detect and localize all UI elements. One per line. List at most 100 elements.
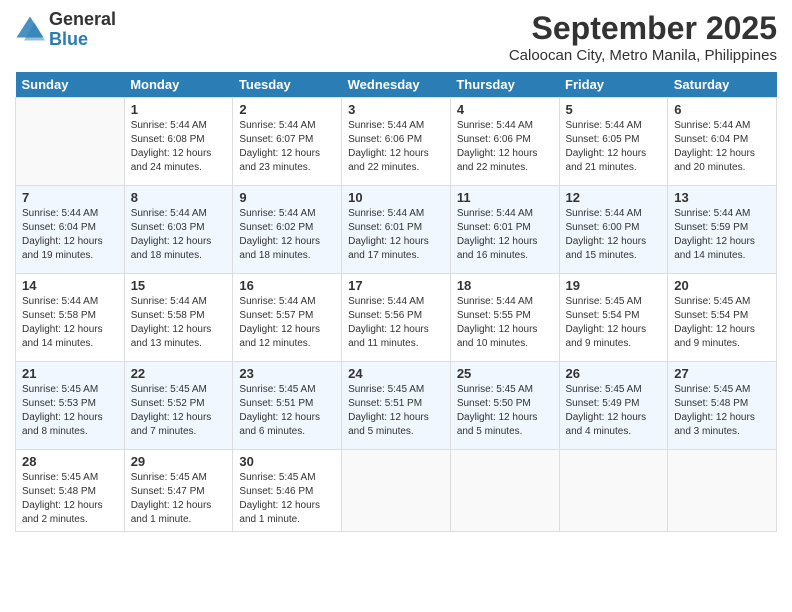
table-row: [16, 98, 125, 186]
header-row: Sunday Monday Tuesday Wednesday Thursday…: [16, 72, 777, 98]
day-info: Sunrise: 5:44 AM Sunset: 6:08 PM Dayligh…: [131, 119, 227, 175]
day-info: Sunrise: 5:44 AM Sunset: 6:01 PM Dayligh…: [457, 207, 553, 263]
table-row: 27 Sunrise: 5:45 AM Sunset: 5:48 PM Dayli…: [668, 362, 777, 450]
day-info: Sunrise: 5:45 AM Sunset: 5:51 PM Dayligh…: [239, 383, 335, 439]
day-number: 2: [239, 102, 335, 117]
day-info: Sunrise: 5:44 AM Sunset: 6:01 PM Dayligh…: [348, 207, 444, 263]
day-number: 3: [348, 102, 444, 117]
table-row: 1 Sunrise: 5:44 AM Sunset: 6:08 PM Daylig…: [124, 98, 233, 186]
day-info: Sunrise: 5:45 AM Sunset: 5:53 PM Dayligh…: [22, 383, 118, 439]
table-row: 25 Sunrise: 5:45 AM Sunset: 5:50 PM Dayli…: [450, 362, 559, 450]
day-info: Sunrise: 5:44 AM Sunset: 6:03 PM Dayligh…: [131, 207, 227, 263]
header: General Blue September 2025 Caloocan Cit…: [15, 10, 777, 64]
col-saturday: Saturday: [668, 72, 777, 98]
day-number: 20: [674, 278, 770, 293]
table-row: 9Sunrise: 5:44 AM Sunset: 6:02 PM Daylig…: [233, 186, 342, 274]
table-row: 28 Sunrise: 5:45 AM Sunset: 5:48 PM Dayli…: [16, 450, 125, 532]
table-row: 30 Sunrise: 5:45 AM Sunset: 5:46 PM Dayli…: [233, 450, 342, 532]
logo-text: General Blue: [49, 10, 116, 50]
day-number: 26: [566, 366, 662, 381]
table-row: 24Sunrise: 5:45 AM Sunset: 5:51 PM Dayli…: [342, 362, 451, 450]
day-number: 1: [131, 102, 227, 117]
day-info: Sunrise: 5:44 AM Sunset: 5:57 PM Dayligh…: [239, 295, 335, 351]
day-info: Sunrise: 5:44 AM Sunset: 6:04 PM Dayligh…: [674, 119, 770, 175]
day-number: 22: [131, 366, 227, 381]
day-number: 25: [457, 366, 553, 381]
day-number: 15: [131, 278, 227, 293]
table-row: 13 Sunrise: 5:44 AM Sunset: 5:59 PM Dayli…: [668, 186, 777, 274]
table-row: 8 Sunrise: 5:44 AM Sunset: 6:03 PM Daylig…: [124, 186, 233, 274]
day-number: 19: [566, 278, 662, 293]
day-number: 29: [131, 454, 227, 469]
day-info: Sunrise: 5:44 AM Sunset: 6:04 PM Dayligh…: [22, 207, 118, 263]
day-info: Sunrise: 5:44 AM Sunset: 6:02 PM Dayligh…: [239, 207, 335, 263]
day-number: 5: [566, 102, 662, 117]
table-row: 14Sunrise: 5:44 AM Sunset: 5:58 PM Dayli…: [16, 274, 125, 362]
table-row: [450, 450, 559, 532]
table-row: 23 Sunrise: 5:45 AM Sunset: 5:51 PM Dayli…: [233, 362, 342, 450]
logo-general: General: [49, 10, 116, 30]
day-info: Sunrise: 5:44 AM Sunset: 5:58 PM Dayligh…: [22, 295, 118, 351]
table-row: 22 Sunrise: 5:45 AM Sunset: 5:52 PM Dayli…: [124, 362, 233, 450]
logo: General Blue: [15, 10, 116, 50]
day-info: Sunrise: 5:45 AM Sunset: 5:46 PM Dayligh…: [239, 471, 335, 527]
table-row: 12Sunrise: 5:44 AM Sunset: 6:00 PM Dayli…: [559, 186, 668, 274]
day-number: 17: [348, 278, 444, 293]
table-row: 7 Sunrise: 5:44 AM Sunset: 6:04 PM Daylig…: [16, 186, 125, 274]
day-info: Sunrise: 5:45 AM Sunset: 5:54 PM Dayligh…: [674, 295, 770, 351]
day-number: 18: [457, 278, 553, 293]
day-number: 8: [131, 190, 227, 205]
day-number: 16: [239, 278, 335, 293]
col-tuesday: Tuesday: [233, 72, 342, 98]
logo-blue: Blue: [49, 30, 116, 50]
table-row: 15Sunrise: 5:44 AM Sunset: 5:58 PM Dayli…: [124, 274, 233, 362]
table-row: 3 Sunrise: 5:44 AM Sunset: 6:06 PM Daylig…: [342, 98, 451, 186]
table-row: 17 Sunrise: 5:44 AM Sunset: 5:56 PM Dayli…: [342, 274, 451, 362]
day-info: Sunrise: 5:45 AM Sunset: 5:52 PM Dayligh…: [131, 383, 227, 439]
table-row: 16 Sunrise: 5:44 AM Sunset: 5:57 PM Dayli…: [233, 274, 342, 362]
day-number: 24: [348, 366, 444, 381]
subtitle: Caloocan City, Metro Manila, Philippines: [509, 47, 777, 64]
col-friday: Friday: [559, 72, 668, 98]
day-info: Sunrise: 5:44 AM Sunset: 5:59 PM Dayligh…: [674, 207, 770, 263]
day-number: 13: [674, 190, 770, 205]
table-row: 4 Sunrise: 5:44 AM Sunset: 6:06 PM Daylig…: [450, 98, 559, 186]
day-info: Sunrise: 5:44 AM Sunset: 6:05 PM Dayligh…: [566, 119, 662, 175]
day-number: 7: [22, 190, 118, 205]
table-row: 10 Sunrise: 5:44 AM Sunset: 6:01 PM Dayli…: [342, 186, 451, 274]
day-info: Sunrise: 5:45 AM Sunset: 5:54 PM Dayligh…: [566, 295, 662, 351]
day-info: Sunrise: 5:44 AM Sunset: 5:55 PM Dayligh…: [457, 295, 553, 351]
table-row: 2 Sunrise: 5:44 AM Sunset: 6:07 PM Daylig…: [233, 98, 342, 186]
logo-icon: [15, 15, 45, 45]
day-number: 10: [348, 190, 444, 205]
table-row: 26Sunrise: 5:45 AM Sunset: 5:49 PM Dayli…: [559, 362, 668, 450]
table-row: 20 Sunrise: 5:45 AM Sunset: 5:54 PM Dayli…: [668, 274, 777, 362]
day-info: Sunrise: 5:45 AM Sunset: 5:48 PM Dayligh…: [22, 471, 118, 527]
day-number: 12: [566, 190, 662, 205]
table-row: [559, 450, 668, 532]
table-row: [342, 450, 451, 532]
day-info: Sunrise: 5:45 AM Sunset: 5:47 PM Dayligh…: [131, 471, 227, 527]
day-number: 4: [457, 102, 553, 117]
main-title: September 2025: [509, 10, 777, 47]
day-info: Sunrise: 5:45 AM Sunset: 5:48 PM Dayligh…: [674, 383, 770, 439]
table-row: 29 Sunrise: 5:45 AM Sunset: 5:47 PM Dayli…: [124, 450, 233, 532]
day-info: Sunrise: 5:44 AM Sunset: 6:06 PM Dayligh…: [457, 119, 553, 175]
day-info: Sunrise: 5:44 AM Sunset: 5:56 PM Dayligh…: [348, 295, 444, 351]
day-info: Sunrise: 5:44 AM Sunset: 6:06 PM Dayligh…: [348, 119, 444, 175]
table-row: 21 Sunrise: 5:45 AM Sunset: 5:53 PM Dayli…: [16, 362, 125, 450]
day-number: 28: [22, 454, 118, 469]
day-info: Sunrise: 5:44 AM Sunset: 6:07 PM Dayligh…: [239, 119, 335, 175]
day-number: 23: [239, 366, 335, 381]
day-number: 21: [22, 366, 118, 381]
col-sunday: Sunday: [16, 72, 125, 98]
table-row: 5 Sunrise: 5:44 AM Sunset: 6:05 PM Daylig…: [559, 98, 668, 186]
table-row: 19 Sunrise: 5:45 AM Sunset: 5:54 PM Dayli…: [559, 274, 668, 362]
table-row: 11 Sunrise: 5:44 AM Sunset: 6:01 PM Dayli…: [450, 186, 559, 274]
day-number: 30: [239, 454, 335, 469]
day-number: 27: [674, 366, 770, 381]
day-number: 11: [457, 190, 553, 205]
day-info: Sunrise: 5:45 AM Sunset: 5:50 PM Dayligh…: [457, 383, 553, 439]
col-wednesday: Wednesday: [342, 72, 451, 98]
table-row: 6Sunrise: 5:44 AM Sunset: 6:04 PM Daylig…: [668, 98, 777, 186]
